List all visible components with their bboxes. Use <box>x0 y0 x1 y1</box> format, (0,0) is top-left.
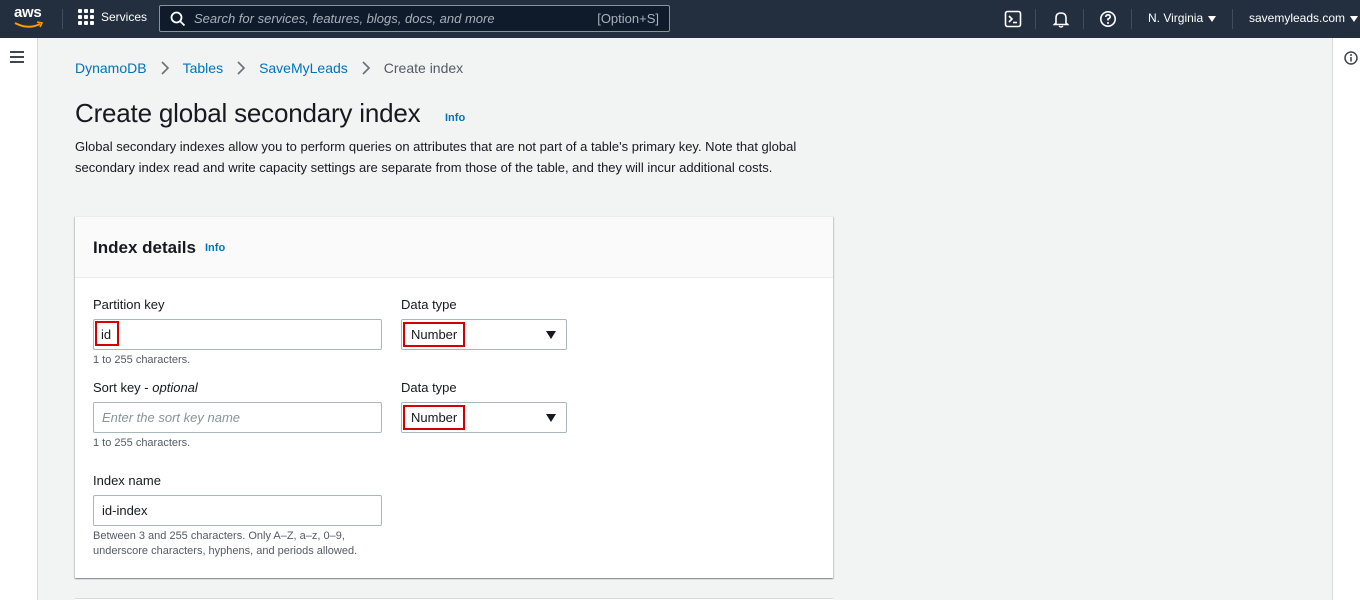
search-box[interactable]: [Option+S] <box>159 5 670 32</box>
chevron-right-icon <box>237 61 246 75</box>
partition-data-type-label: Data type <box>401 297 457 312</box>
region-label: N. Virginia <box>1148 11 1204 25</box>
index-name-label: Index name <box>93 473 161 488</box>
title-info-link[interactable]: Info <box>445 112 465 124</box>
search-shortcut-hint: [Option+S] <box>597 11 659 26</box>
left-navigation-panel <box>0 38 38 600</box>
container-header: Index details Info <box>75 217 833 278</box>
nav-divider <box>62 9 63 29</box>
index-details-container: Index details Info Partition key 1 to 25… <box>75 216 833 578</box>
account-label: savemyleads.com <box>1249 11 1346 25</box>
caret-down-icon <box>1350 15 1359 22</box>
nav-divider <box>1232 9 1233 29</box>
page-description: Global secondary indexes allow you to pe… <box>75 139 797 175</box>
sort-data-type-value: Number <box>403 405 466 430</box>
partition-key-highlight <box>95 321 119 346</box>
partition-data-type-select[interactable]: Number <box>401 319 567 350</box>
section-title: Index details <box>93 238 196 257</box>
caret-down-icon <box>1208 15 1217 22</box>
nav-divider <box>1131 9 1132 29</box>
grid-icon <box>78 9 94 25</box>
aws-smile-icon <box>14 21 44 28</box>
chevron-right-icon <box>161 61 169 75</box>
services-label: Services <box>101 10 148 24</box>
breadcrumb-link-savemyleads[interactable]: SaveMyLeads <box>259 60 348 76</box>
cloudshell-icon[interactable] <box>1004 10 1022 28</box>
region-selector[interactable]: N. Virginia <box>1148 11 1217 25</box>
services-menu-button[interactable]: Services <box>78 9 147 25</box>
sort-key-optional-text: optional <box>152 380 198 395</box>
nav-divider <box>1035 9 1036 29</box>
sort-key-input[interactable] <box>93 402 382 433</box>
sort-key-label: Sort key - optional <box>93 380 198 395</box>
partition-key-hint: 1 to 255 characters. <box>93 354 191 366</box>
info-circle-icon[interactable] <box>1344 51 1358 65</box>
search-input[interactable] <box>194 11 598 26</box>
aws-logo-text: aws <box>14 4 42 21</box>
account-menu[interactable]: savemyleads.com <box>1249 11 1359 25</box>
breadcrumb-current: Create index <box>383 60 464 76</box>
partition-key-label: Partition key <box>93 297 165 312</box>
nav-divider <box>1083 9 1084 29</box>
chevron-right-icon <box>362 61 370 75</box>
partition-key-input[interactable] <box>93 319 382 350</box>
caret-down-icon <box>546 331 556 339</box>
breadcrumb-link-dynamodb[interactable]: DynamoDB <box>75 60 147 76</box>
search-icon <box>170 11 186 26</box>
help-icon[interactable] <box>1099 10 1117 28</box>
section-info-link[interactable]: Info <box>205 242 225 254</box>
sort-data-type-select[interactable]: Number <box>401 402 567 433</box>
sort-key-hint: 1 to 255 characters. <box>93 437 191 449</box>
index-name-input[interactable] <box>93 495 382 526</box>
index-name-hint-line2: underscore characters, hyphens, and peri… <box>93 545 358 557</box>
caret-down-icon <box>546 414 556 422</box>
sort-key-label-text: Sort key - <box>93 380 153 395</box>
menu-hamburger-icon[interactable] <box>10 51 24 63</box>
breadcrumb: DynamoDB Tables SaveMyLeads Create index <box>75 60 463 76</box>
right-tools-panel <box>1332 38 1360 600</box>
notifications-bell-icon[interactable] <box>1052 10 1070 28</box>
sort-data-type-label: Data type <box>401 380 457 395</box>
aws-logo[interactable]: aws <box>14 4 50 32</box>
partition-data-type-value: Number <box>403 322 466 347</box>
index-name-hint-line1: Between 3 and 255 characters. Only A–Z, … <box>93 530 345 542</box>
breadcrumb-link-tables[interactable]: Tables <box>183 60 223 76</box>
page-title: Create global secondary index <box>75 98 421 128</box>
top-navigation: aws Services [Option+S] N. Vir <box>0 0 1360 38</box>
partition-key-field-wrapper <box>93 319 382 350</box>
